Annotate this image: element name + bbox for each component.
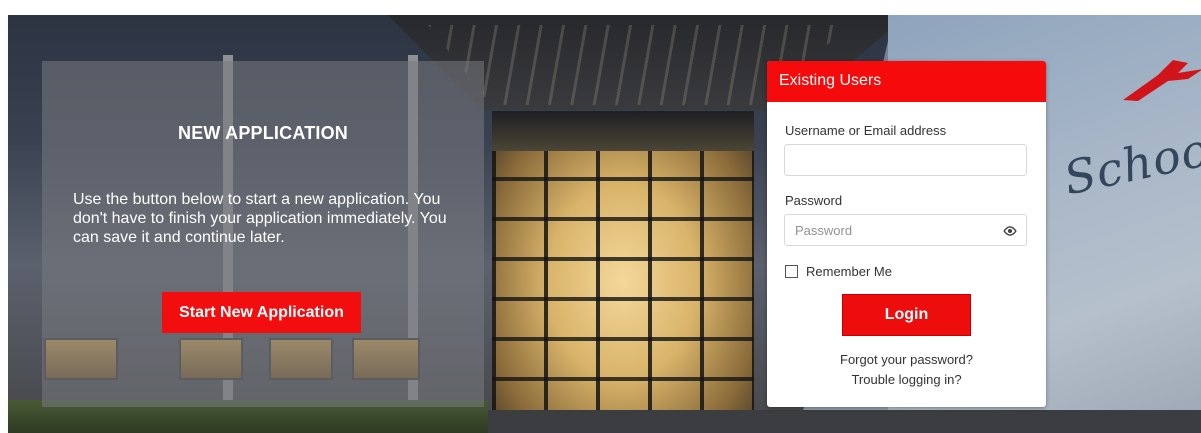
remember-me[interactable]: Remember Me [785,263,892,279]
ground [488,410,1201,433]
password-input[interactable] [784,214,1027,246]
login-header: Existing Users [767,61,1046,102]
login-card: Existing Users Username or Email address… [767,61,1046,407]
password-label: Password [785,193,843,208]
username-input[interactable] [784,144,1027,176]
remember-me-label: Remember Me [806,263,892,279]
glass-entrance-top [492,111,754,151]
new-application-description: Use the button below to start a new appl… [73,191,447,246]
school-logo-icon [1123,60,1201,101]
login-button[interactable]: Login [842,294,971,336]
remember-me-checkbox[interactable] [785,264,798,278]
username-label: Username or Email address [785,123,947,138]
trouble-logging-in-link[interactable]: Trouble logging in? [767,372,1046,387]
glass-entrance [492,111,754,421]
start-new-application-button[interactable]: Start New Application [162,292,361,333]
eye-icon[interactable] [1003,224,1017,238]
login-header-title: Existing Users [779,72,882,89]
new-application-panel: NEW APPLICATION Use the button below to … [42,61,484,407]
forgot-password-link[interactable]: Forgot your password? [767,352,1046,367]
new-application-title: NEW APPLICATION [178,123,348,143]
